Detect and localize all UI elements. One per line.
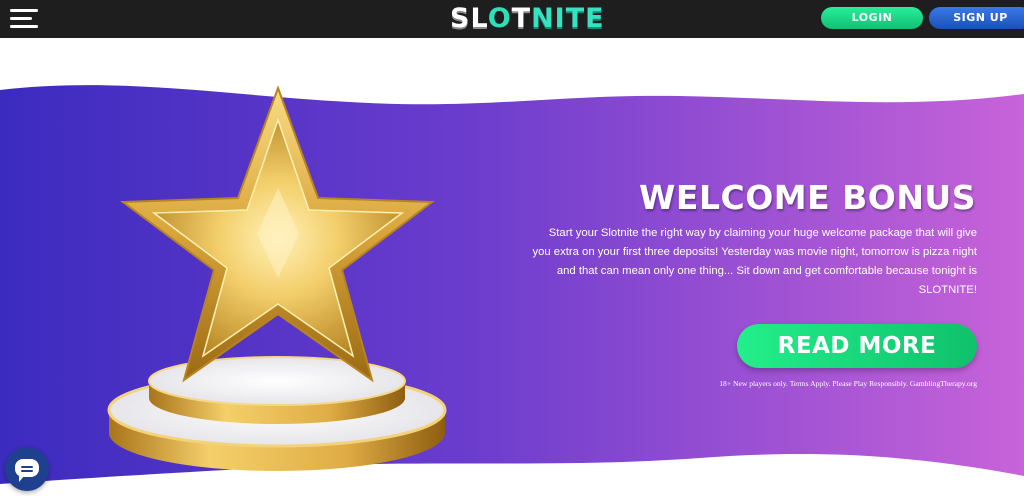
slotnite-logo[interactable]: SLOTNITE <box>450 3 605 35</box>
responsible-gambling-disclaimer: 18+ New players only. Terms Apply. Pleas… <box>719 379 977 388</box>
hamburger-menu-icon[interactable] <box>10 9 40 29</box>
welcome-bonus-banner: WELCOME BONUS Start your Slotnite the ri… <box>0 38 1024 496</box>
trophy-pedestal <box>107 356 447 471</box>
login-button[interactable]: LOGIN <box>821 7 923 29</box>
banner-description: Start your Slotnite the right way by cla… <box>532 227 977 296</box>
chat-bubble-icon[interactable] <box>5 447 49 491</box>
top-navigation-bar: SLOTNITE LOGIN SIGN UP <box>0 0 1024 38</box>
signup-button[interactable]: SIGN UP <box>929 7 1024 29</box>
read-more-button[interactable]: READ MORE <box>737 324 977 368</box>
banner-title: WELCOME BONUS <box>639 178 976 217</box>
